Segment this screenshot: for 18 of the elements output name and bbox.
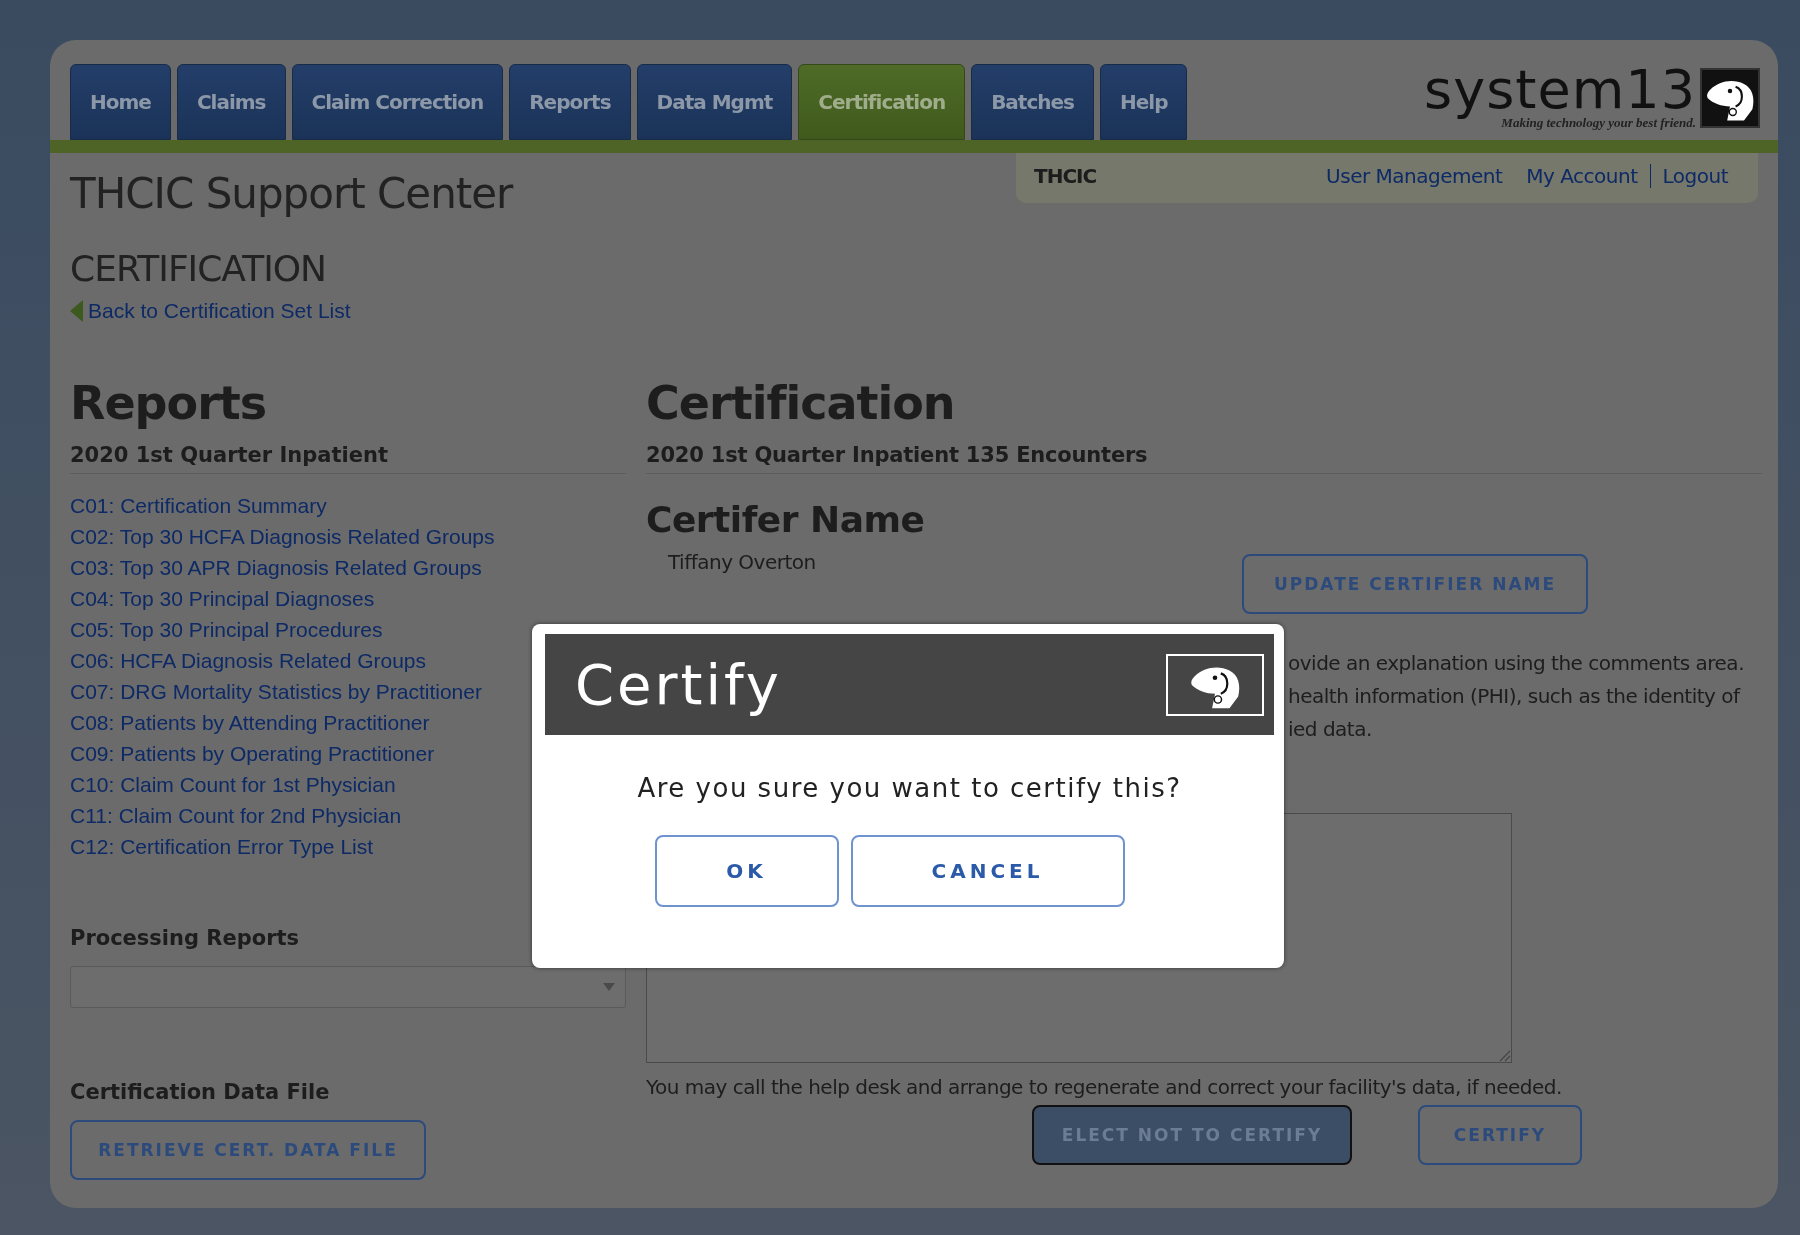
instruction-text: ied data.: [1288, 716, 1372, 743]
certification-heading: Certification: [646, 375, 956, 431]
instruction-text: health information (PHI), such as the identity of: [1288, 683, 1740, 710]
certification-set-title: 2020 1st Quarter Inpatient 135 Encounters: [646, 431, 1762, 474]
processing-reports-heading: Processing Reports: [70, 926, 301, 950]
certifier-name: Tiffany Overton: [668, 550, 817, 574]
dialog-title: Certify: [575, 652, 782, 717]
organization-name: THCIC: [1034, 164, 1097, 188]
report-set-title: 2020 1st Quarter Inpatient: [70, 431, 626, 474]
certifier-heading: Certifer Name: [646, 498, 926, 542]
dialog-message: Are you sure you want to certify this?: [636, 773, 1183, 803]
data-file-heading: Certification Data File: [70, 1080, 331, 1104]
reports-heading: Reports: [70, 375, 268, 431]
section-title: CERTIFICATION: [70, 248, 328, 289]
help-text: You may call the help desk and arrange to regenerate and correct your facility's data, if needed.: [646, 1075, 1563, 1099]
instruction-text: ovide an explanation using the comments area.: [1288, 650, 1744, 677]
logo-tagline: Making technology your best friend.: [1501, 115, 1696, 131]
site-title: THCIC Support Center: [70, 169, 513, 218]
